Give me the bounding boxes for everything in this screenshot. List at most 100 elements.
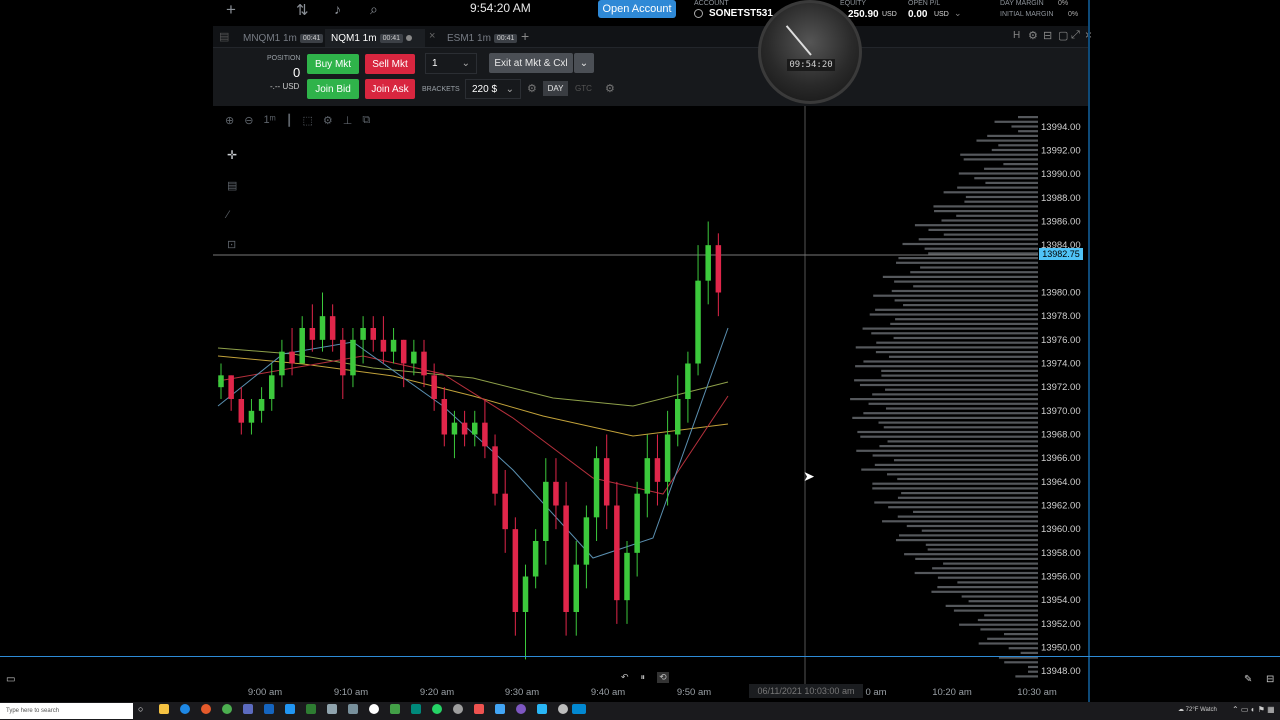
tab-mnqm1[interactable]: MNQM1 1m 00:41 xyxy=(237,29,329,47)
firefox-icon[interactable] xyxy=(201,704,211,714)
window-edge xyxy=(1088,0,1090,702)
app-icon[interactable] xyxy=(453,704,463,714)
pencil-icon[interactable]: ✎ xyxy=(1244,674,1252,685)
chevron-down-icon[interactable]: ⌄ xyxy=(954,8,962,19)
chrome-icon[interactable] xyxy=(222,704,232,714)
volume-profile-bar xyxy=(895,539,1038,542)
y-axis-tick-label: 13950.00 xyxy=(1041,643,1081,654)
volume-profile-bar xyxy=(994,120,1038,123)
gtc-toggle[interactable]: GTC xyxy=(571,81,596,96)
volume-profile-bar xyxy=(873,294,1038,297)
app-icon[interactable] xyxy=(474,704,484,714)
volume-profile-bar xyxy=(914,571,1038,575)
quantity-select[interactable]: 1 ⌄ xyxy=(425,53,477,74)
chevron-down-icon: ⌄ xyxy=(461,58,470,69)
replay-icon[interactable]: ⟲ xyxy=(657,672,669,683)
candle-body xyxy=(624,552,630,601)
y-axis-tick-label: 13974.00 xyxy=(1041,359,1081,370)
current-price-tag: 13982.75 xyxy=(1039,248,1083,260)
volume-profile-bar xyxy=(872,454,1038,457)
position-value: 0 xyxy=(293,65,301,80)
buy-mkt-button[interactable]: Buy Mkt xyxy=(307,54,359,74)
volume-profile-bar xyxy=(857,430,1038,434)
search-icon[interactable]: ⌕ xyxy=(370,1,378,18)
clock-widget[interactable]: 09:54:20 xyxy=(758,0,862,104)
chevron-down-icon: ⌄ xyxy=(505,83,514,95)
volume-profile-bar xyxy=(885,407,1038,410)
price-chart[interactable]: ⊕ ⊖ 1ᵐ ┃ ⬚ ⚙ ⊥ ⧉ ✛ ▤ ⁄ ⊡ 13994.00 13992.0… xyxy=(213,106,1088,700)
candle-body xyxy=(299,328,305,364)
cortana-icon[interactable]: ○ xyxy=(138,704,143,714)
close-tab-icon[interactable]: × xyxy=(429,30,435,42)
day-margin-label: DAY MARGIN xyxy=(1000,0,1044,7)
volume-profile-bar xyxy=(895,318,1038,321)
plus-icon[interactable]: + xyxy=(226,0,236,20)
volume-profile-bar xyxy=(887,473,1038,476)
app-icon[interactable] xyxy=(369,704,379,714)
volume-profile-bar xyxy=(932,567,1038,570)
candle-body xyxy=(532,541,539,577)
volume-profile-bar xyxy=(863,360,1038,363)
rewind-icon[interactable]: ↶ xyxy=(621,672,629,683)
join-ask-button[interactable]: Join Ask xyxy=(365,79,415,99)
brackets-select[interactable]: 220 $ ⌄ xyxy=(465,79,521,99)
app-icon[interactable] xyxy=(495,704,505,714)
whatsapp-icon[interactable] xyxy=(432,704,442,714)
chart-tabs-bar: ▤ MNQM1 1m 00:41 NQM1 1m 00:41 × ESM1 1m… xyxy=(213,26,1092,48)
candle-body xyxy=(279,351,285,376)
app-icon[interactable] xyxy=(390,704,400,714)
bracket-settings-icon[interactable]: ⚙ xyxy=(527,82,537,95)
open-pl-unit: USD xyxy=(934,11,949,18)
transfer-icon[interactable]: ⇅ xyxy=(296,1,309,19)
tray-icons[interactable]: ⌃ ▭ ◐ ⚑ ▦ xyxy=(1232,705,1275,714)
timeline-divider xyxy=(0,656,1280,657)
clock-hand xyxy=(785,25,812,56)
bell-icon[interactable]: ♪ xyxy=(334,1,341,17)
app-icon[interactable] xyxy=(411,704,421,714)
tab-nqm1[interactable]: NQM1 1m 00:41 xyxy=(325,29,425,47)
tab-esm1[interactable]: ESM1 1m 00:41 xyxy=(441,29,523,47)
maximize-icon[interactable]: ▢ xyxy=(1058,29,1068,42)
gear-icon[interactable]: ⚙ xyxy=(1028,29,1038,42)
active-app-icon[interactable] xyxy=(572,704,586,714)
notes-icon[interactable]: ▭ xyxy=(6,674,15,685)
volume-profile-bar xyxy=(1018,116,1038,119)
minimize-icon[interactable]: ⊟ xyxy=(1043,29,1052,42)
pause-icon[interactable]: ⏸ xyxy=(641,672,646,683)
sell-mkt-button[interactable]: Sell Mkt xyxy=(365,54,415,74)
app-icon[interactable] xyxy=(327,704,337,714)
edge-icon[interactable] xyxy=(180,704,190,714)
app-icon[interactable] xyxy=(516,704,526,714)
volume-profile-bar xyxy=(861,468,1038,471)
word-icon[interactable] xyxy=(264,704,274,714)
candle-body xyxy=(654,458,661,482)
candle-body xyxy=(563,505,569,612)
open-account-button[interactable]: Open Account xyxy=(598,0,676,18)
heading-icon[interactable]: H xyxy=(1013,30,1020,41)
taskbar-search-input[interactable]: Type here to search xyxy=(0,703,133,719)
candle-body xyxy=(482,422,488,447)
exit-mkt-cxl-button[interactable]: Exit at Mkt & Cxl xyxy=(489,53,573,73)
y-axis-tick-label: 13956.00 xyxy=(1041,572,1081,583)
popout-icon[interactable]: ⤢ xyxy=(1071,29,1080,42)
volume-profile-bar xyxy=(897,496,1038,499)
volume-profile-bar xyxy=(872,487,1038,490)
app-icon[interactable] xyxy=(558,704,568,714)
word-doc-icon[interactable] xyxy=(285,704,295,714)
add-tab-icon[interactable]: + xyxy=(521,28,529,44)
join-bid-button[interactable]: Join Bid xyxy=(307,79,359,99)
volume-profile-bar xyxy=(961,595,1038,598)
app-icon[interactable] xyxy=(348,704,358,714)
volume-profile-bar xyxy=(937,586,1038,589)
candle-body xyxy=(685,363,691,399)
tif-settings-icon[interactable]: ⚙ xyxy=(605,82,615,95)
day-toggle[interactable]: DAY xyxy=(543,81,568,96)
ruler-icon[interactable]: ⊟ xyxy=(1266,674,1274,685)
exit-dropdown-icon[interactable]: ⌄ xyxy=(574,53,594,73)
file-explorer-icon[interactable] xyxy=(159,704,169,714)
account-name[interactable]: SONETST531 xyxy=(709,8,773,19)
app-icon[interactable] xyxy=(243,704,253,714)
layout-icon[interactable]: ▤ xyxy=(219,30,229,43)
excel-icon[interactable] xyxy=(306,704,316,714)
telegram-icon[interactable] xyxy=(537,704,547,714)
